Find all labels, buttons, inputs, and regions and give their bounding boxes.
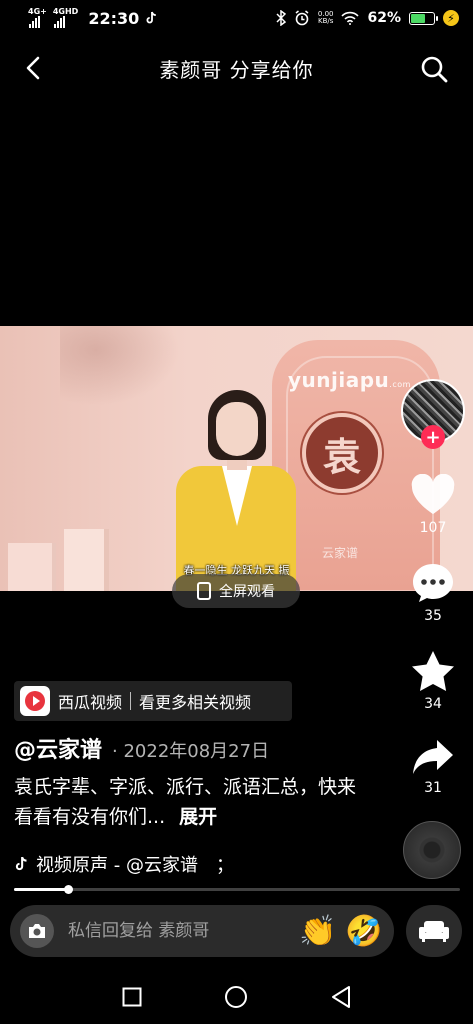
author-row: @云家谱 · 2022年08月27日	[14, 732, 269, 764]
recents-button[interactable]	[118, 983, 146, 1011]
tiktok-music-icon	[15, 856, 27, 871]
camera-icon	[29, 924, 45, 938]
sofa-button[interactable]	[406, 905, 462, 957]
leaf-shadow	[60, 326, 180, 406]
xigua-more-link[interactable]: 看更多相关视频	[139, 689, 251, 713]
clap-emoji-button[interactable]: 👏	[298, 911, 338, 951]
follow-plus-icon[interactable]: +	[421, 425, 445, 449]
page-title: 素颜哥 分享给你	[159, 57, 314, 82]
progress-handle[interactable]	[63, 885, 73, 894]
bluetooth-icon	[276, 10, 286, 26]
xigua-name: 西瓜视频	[58, 693, 123, 712]
circle-icon	[225, 986, 248, 1008]
back-nav-button[interactable]	[327, 983, 355, 1011]
share-count: 31	[424, 780, 442, 796]
share-button[interactable]: 31	[401, 738, 465, 796]
status-bar: 4G+ 4GHD 22:30 0.00 KB/s 62% ⚡	[0, 0, 473, 36]
like-button[interactable]: 107	[401, 474, 465, 536]
network-type-1: 4G+	[28, 7, 47, 16]
status-left: 4G+ 4GHD 22:30	[28, 8, 157, 28]
video-description: 袁氏字辈、字派、派行、派语汇总，快来看看有没有你们... 展开	[14, 772, 364, 832]
clock: 22:30	[88, 8, 140, 28]
star-icon	[412, 651, 454, 691]
signal-icon	[53, 16, 78, 28]
watermark-site: yunjiapu	[288, 368, 390, 392]
tiktok-icon	[146, 11, 157, 24]
comment-button[interactable]: 35	[401, 562, 465, 624]
net-speed: 0.00 KB/s	[318, 11, 334, 25]
net-speed-unit: KB/s	[317, 17, 334, 25]
favorite-count: 34	[424, 696, 442, 712]
network-indicator-2: 4GHD	[53, 8, 78, 28]
system-nav-bar	[0, 970, 473, 1024]
charging-icon: ⚡	[443, 10, 459, 26]
alarm-icon	[295, 10, 309, 26]
post-date: · 2022年08月27日	[112, 741, 270, 762]
fullscreen-icon	[197, 582, 211, 600]
battery-icon	[409, 11, 438, 25]
music-disc-icon[interactable]	[403, 821, 461, 879]
camera-button[interactable]	[20, 914, 54, 948]
reply-bar: 👏 🤣	[10, 905, 394, 957]
surname-seal: 袁	[302, 413, 382, 493]
back-icon[interactable]	[22, 56, 46, 80]
seal-char: 袁	[322, 433, 361, 479]
square-icon	[122, 987, 142, 1007]
progress-fill	[14, 888, 68, 891]
comment-count: 35	[424, 608, 442, 624]
signal-icon	[29, 16, 47, 28]
music-title-tail: ；	[215, 855, 234, 876]
music-row[interactable]: 视频原声 - @云家谱 ；	[14, 851, 234, 877]
status-right: 0.00 KB/s 62% ⚡	[276, 10, 459, 26]
fullscreen-button[interactable]: 全屏观看	[172, 574, 300, 608]
laugh-emoji-button[interactable]: 🤣	[344, 911, 384, 951]
author-name[interactable]: @云家谱	[14, 732, 102, 764]
favorite-button[interactable]: 34	[401, 650, 465, 712]
music-title: 视频原声 - @云家谱	[36, 855, 198, 876]
xigua-video-banner[interactable]: 西瓜视频 看更多相关视频	[14, 681, 292, 721]
search-icon[interactable]	[419, 54, 449, 84]
pedestal	[64, 529, 104, 591]
battery-percent: 62%	[367, 10, 401, 26]
expand-button[interactable]: 展开	[179, 806, 217, 828]
network-type-2: 4GHD	[52, 7, 79, 16]
fullscreen-label: 全屏观看	[219, 584, 275, 600]
heart-icon	[411, 474, 455, 514]
reply-input[interactable]	[68, 921, 292, 941]
wifi-icon	[341, 11, 360, 25]
news-anchor-figure	[172, 386, 300, 591]
video-player[interactable]: yunjiapu.com 袁 云家谱 春一隐生 龙跃九天 振	[0, 326, 473, 591]
top-header: 素颜哥 分享给你	[0, 46, 473, 90]
divider	[130, 692, 132, 710]
watermark-logo: yunjiapu.com	[288, 368, 411, 392]
triangle-back-icon	[331, 986, 350, 1008]
battery-fill	[411, 13, 425, 23]
author-avatar-group: +	[401, 379, 465, 449]
share-arrow-icon	[413, 740, 453, 774]
comment-icon	[413, 564, 453, 602]
network-indicator: 4G+	[28, 8, 47, 28]
home-button[interactable]	[222, 983, 250, 1011]
like-count: 107	[419, 520, 447, 536]
xigua-logo-icon	[20, 686, 50, 716]
sofa-icon	[419, 921, 449, 942]
video-progress-bar[interactable]	[14, 885, 460, 894]
card-brand: 云家谱	[322, 546, 359, 560]
